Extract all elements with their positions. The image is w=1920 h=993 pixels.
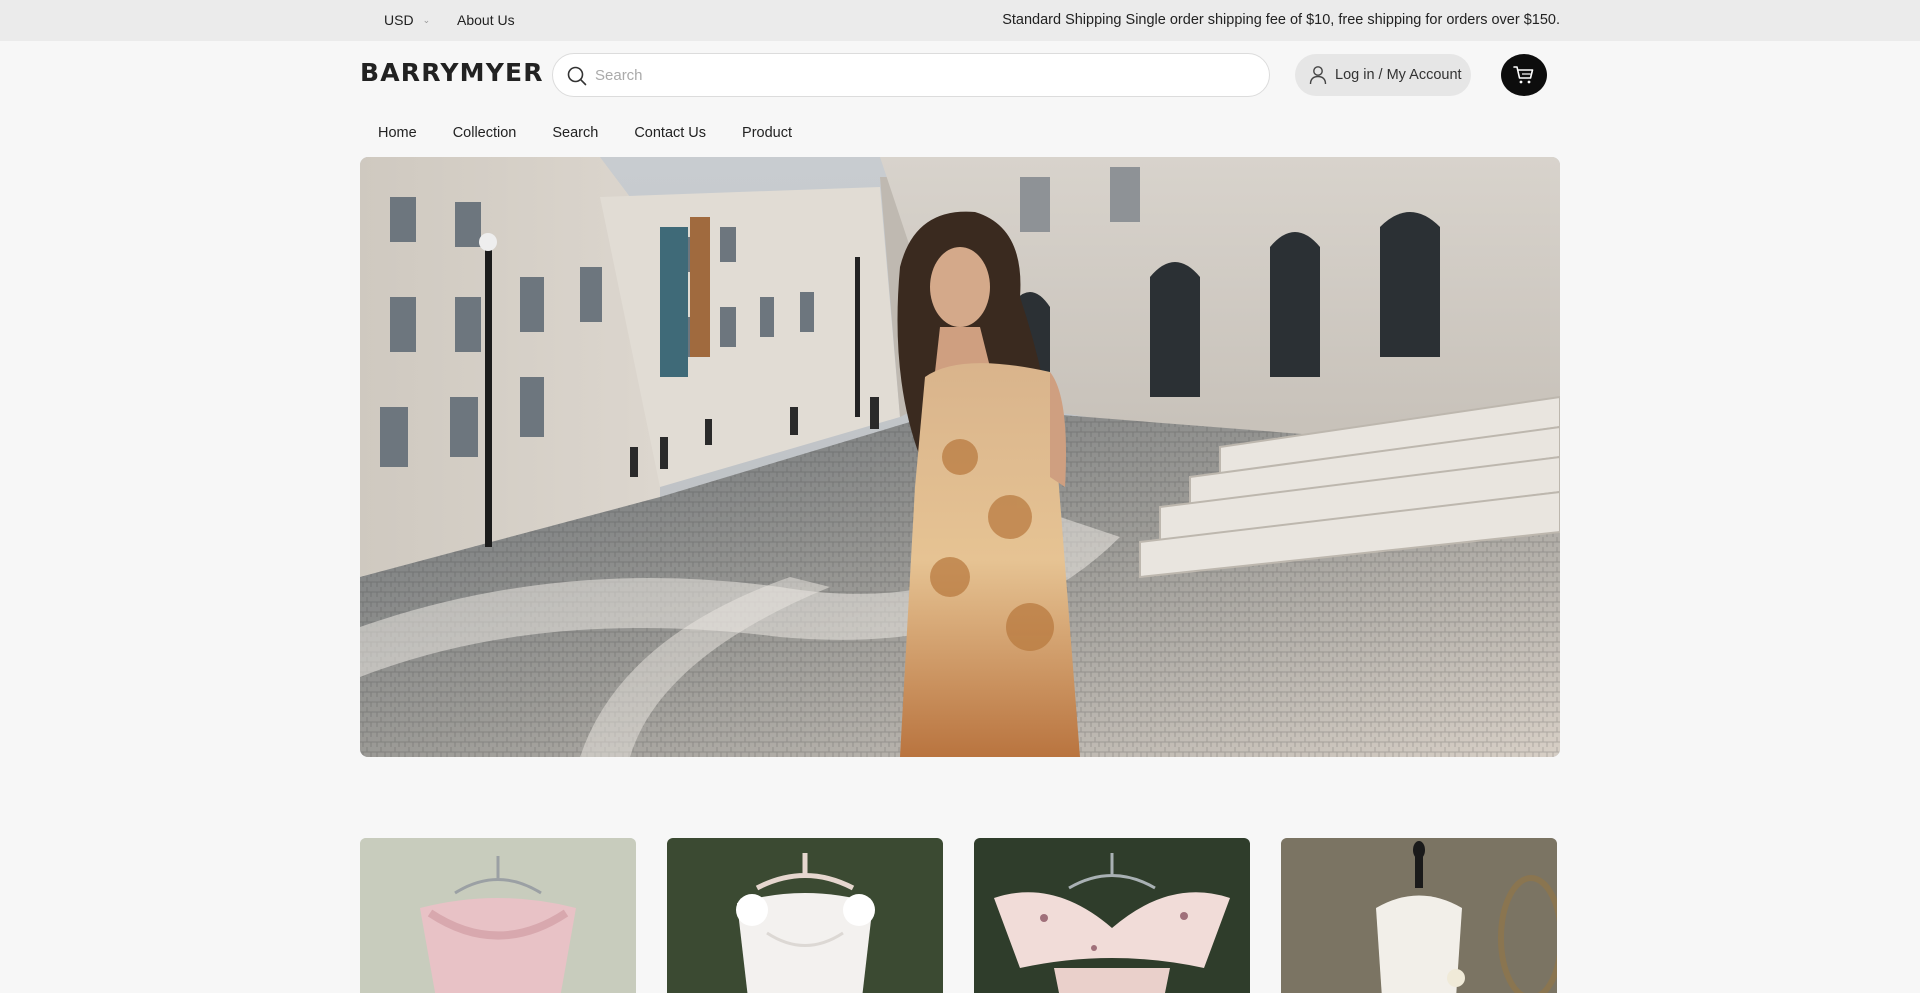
nav-product[interactable]: Product: [724, 122, 810, 144]
product-card[interactable]: [974, 838, 1250, 993]
currency-label: USD: [384, 12, 414, 28]
shipping-notice: Standard Shipping Single order shipping …: [1002, 12, 1560, 28]
product-image: [360, 838, 636, 993]
site-logo[interactable]: BARRYMYER: [360, 58, 544, 87]
nav-home[interactable]: Home: [360, 122, 435, 144]
hero-banner-image[interactable]: [360, 157, 1560, 757]
product-image: [667, 838, 943, 993]
account-button[interactable]: Log in / My Account: [1295, 54, 1471, 96]
nav-contact-us[interactable]: Contact Us: [616, 122, 724, 144]
chevron-down-icon: ⌄: [422, 14, 431, 25]
hero-illustration: [360, 157, 1560, 757]
user-icon: [1309, 66, 1327, 85]
cart-button[interactable]: [1501, 54, 1547, 96]
nav-collection[interactable]: Collection: [435, 122, 535, 144]
product-grid: [360, 838, 1560, 993]
product-card[interactable]: [360, 838, 636, 993]
product-image: [974, 838, 1250, 993]
search-bar[interactable]: [552, 53, 1270, 97]
cart-icon: [1513, 66, 1534, 84]
search-icon: [567, 66, 587, 86]
product-card[interactable]: [1281, 838, 1557, 993]
announcement-bar: USD ⌄ About Us Standard Shipping Single …: [0, 0, 1920, 41]
search-input[interactable]: [595, 60, 1255, 90]
product-card[interactable]: [667, 838, 943, 993]
account-label: Log in / My Account: [1335, 67, 1462, 83]
currency-selector[interactable]: USD ⌄: [384, 12, 430, 28]
product-image: [1281, 838, 1557, 993]
about-us-link[interactable]: About Us: [457, 12, 515, 28]
nav-search[interactable]: Search: [534, 122, 616, 144]
main-nav: Home Collection Search Contact Us Produc…: [360, 122, 810, 144]
